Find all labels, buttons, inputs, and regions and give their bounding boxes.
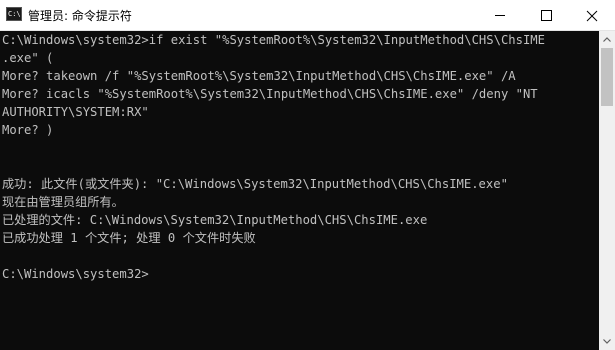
- console-line: More? icacls "%SystemRoot%\System32\Inpu…: [2, 87, 538, 101]
- vertical-scrollbar[interactable]: [599, 31, 615, 350]
- arrow-down-icon: [603, 339, 611, 344]
- minimize-icon: [495, 15, 505, 16]
- console-prompt[interactable]: C:\Windows\system32>: [2, 265, 149, 283]
- console-line: .exe" (: [2, 51, 54, 65]
- console-line: 成功: 此文件(或文件夹): "C:\Windows\System32\Inpu…: [2, 177, 508, 191]
- minimize-button[interactable]: [477, 0, 523, 30]
- close-icon: [586, 10, 598, 22]
- console-line: C:\Windows\system32>if exist "%SystemRoo…: [2, 33, 545, 47]
- console-output[interactable]: C:\Windows\system32>if exist "%SystemRoo…: [0, 31, 599, 350]
- console-line: More? ): [2, 123, 54, 137]
- close-button[interactable]: [569, 0, 615, 30]
- scrollbar-thumb[interactable]: [601, 48, 613, 106]
- cmd-window: C:\ 管理员: 命令提示符 C:\Windows\system32>if ex…: [0, 0, 615, 350]
- scroll-down-button[interactable]: [599, 333, 615, 350]
- console-line: 已处理的文件: C:\Windows\System32\InputMethod\…: [2, 213, 428, 227]
- title-bar[interactable]: C:\ 管理员: 命令提示符: [0, 0, 615, 31]
- cmd-icon[interactable]: C:\: [6, 7, 22, 21]
- scroll-up-button[interactable]: [599, 31, 615, 48]
- console-line: AUTHORITY\SYSTEM:RX": [2, 105, 149, 119]
- maximize-icon: [541, 10, 552, 21]
- maximize-button[interactable]: [523, 0, 569, 30]
- console-line: 现在由管理员组所有。: [2, 195, 124, 209]
- window-title: 管理员: 命令提示符: [28, 9, 132, 23]
- console-line: More? takeown /f "%SystemRoot%\System32\…: [2, 69, 516, 83]
- arrow-up-icon: [603, 37, 611, 42]
- console-line: 已成功处理 1 个文件; 处理 0 个文件时失败: [2, 231, 256, 245]
